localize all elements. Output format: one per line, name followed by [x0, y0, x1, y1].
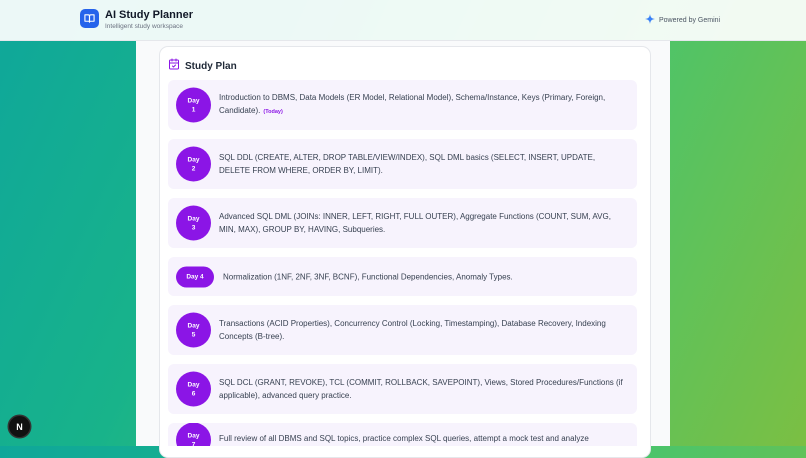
day-badge: Day 5 — [176, 312, 211, 348]
day-row-5[interactable]: Day 5 Transactions (ACID Properties), Co… — [168, 305, 637, 355]
today-tag: (Today) — [263, 109, 283, 115]
powered-by-label: Powered by Gemini — [659, 16, 721, 24]
day-row-3[interactable]: Day 3 Advanced SQL DML (JOINs: INNER, LE… — [168, 198, 637, 248]
powered-by: Powered by Gemini — [645, 14, 720, 26]
book-icon — [80, 9, 99, 28]
day-row-6[interactable]: Day 6 SQL DCL (GRANT, REVOKE), TCL (COMM… — [168, 364, 637, 414]
day-row-1[interactable]: Day 1 Introduction to DBMS, Data Models … — [168, 80, 637, 130]
sparkle-icon — [645, 14, 655, 26]
day-badge: Day 3 — [176, 205, 211, 241]
study-plan-header: Study Plan — [168, 57, 237, 75]
app-title: AI Study Planner — [105, 9, 194, 21]
day-row-2[interactable]: Day 2 SQL DDL (CREATE, ALTER, DROP TABLE… — [168, 139, 637, 189]
study-plan-title: Study Plan — [185, 60, 237, 72]
day-description: SQL DCL (GRANT, REVOKE), TCL (COMMIT, RO… — [219, 378, 623, 400]
day-row-7[interactable]: Day 7 Full review of all DBMS and SQL to… — [168, 423, 637, 446]
day-description: Introduction to DBMS, Data Models (ER Mo… — [219, 93, 606, 115]
day-badge: Day 7 — [176, 423, 211, 446]
day-badge: Day 1 — [176, 87, 211, 123]
day-badge: Day 6 — [176, 371, 211, 407]
dev-overlay-button[interactable]: N — [9, 416, 30, 437]
day-row-4[interactable]: Day 4 Normalization (1NF, 2NF, 3NF, BCNF… — [168, 257, 637, 296]
day-description: Full review of all DBMS and SQL topics, … — [219, 434, 589, 443]
calendar-icon — [168, 57, 180, 75]
day-description: Normalization (1NF, 2NF, 3NF, BCNF), Fun… — [223, 272, 513, 281]
app-header: AI Study Planner Intelligent study works… — [0, 0, 806, 41]
day-description: Transactions (ACID Properties), Concurre… — [219, 319, 606, 341]
day-description: SQL DDL (CREATE, ALTER, DROP TABLE/VIEW/… — [219, 153, 596, 175]
day-badge: Day 4 — [176, 266, 214, 287]
day-description: Advanced SQL DML (JOINs: INNER, LEFT, RI… — [219, 212, 611, 234]
day-badge: Day 2 — [176, 146, 211, 182]
app-subtitle: Intelligent study workspace — [105, 23, 184, 30]
